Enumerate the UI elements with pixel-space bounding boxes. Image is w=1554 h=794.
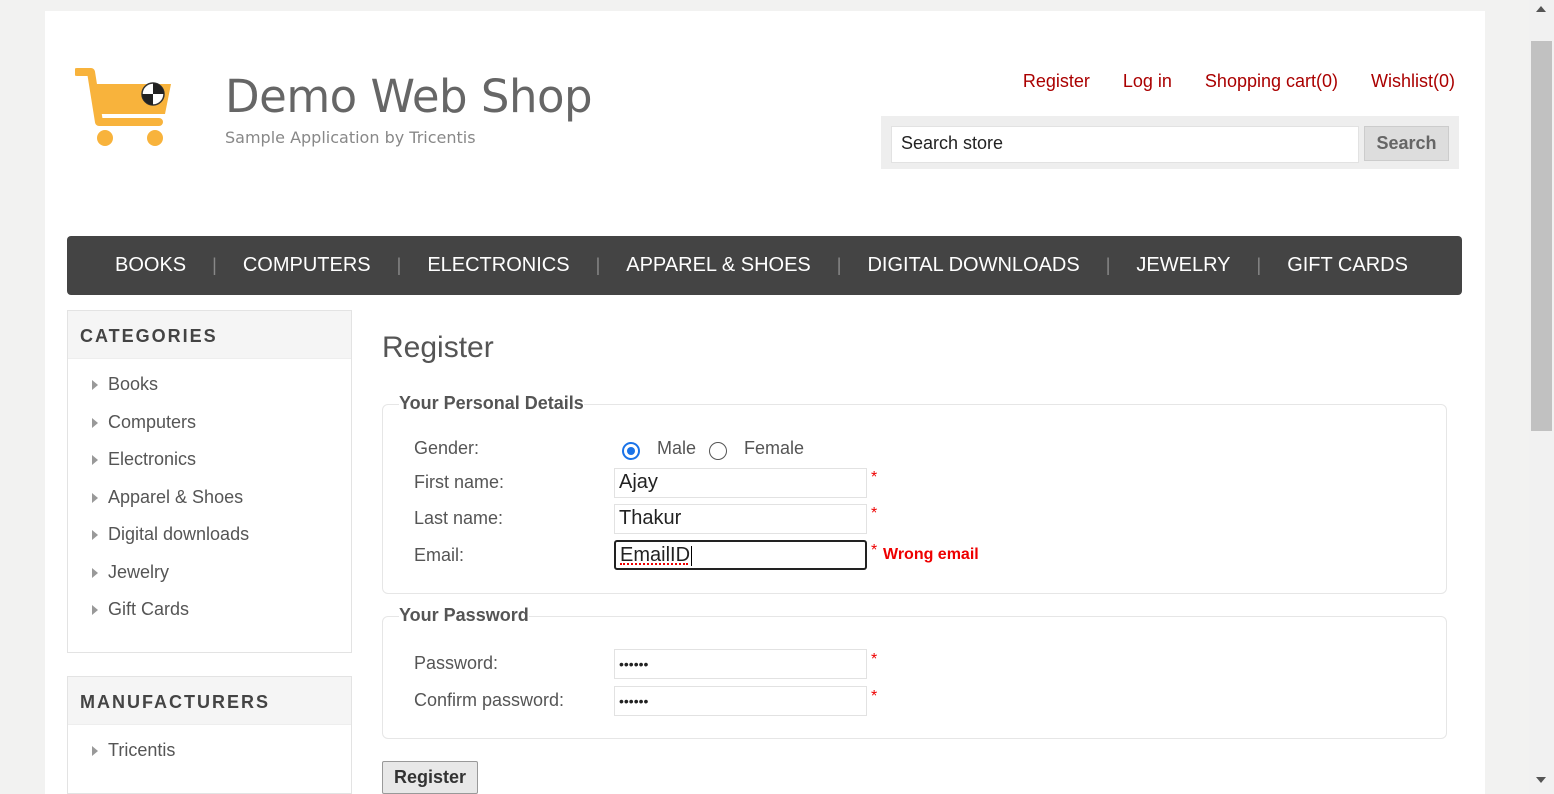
category-label: Books (108, 374, 159, 394)
category-label: Computers (108, 411, 197, 432)
gender-label: Gender: (414, 438, 480, 458)
menu-item-apparel-shoes[interactable]: APPAREL & SHOES (626, 254, 811, 277)
category-item-computers[interactable]: Computers (90, 412, 351, 450)
required-marker: * (871, 469, 878, 486)
triangle-right-icon (92, 455, 98, 465)
category-label: Electronics (108, 449, 197, 469)
header-links: Register Log in Shopping cart(0) Wishlis… (1023, 71, 1455, 92)
scrollbar-thumb[interactable] (1531, 41, 1552, 431)
text-cursor (691, 545, 693, 566)
category-item-electronics[interactable]: Electronics (90, 449, 351, 487)
triangle-right-icon (92, 567, 98, 578)
page-title: Register (382, 331, 494, 364)
email-error-message: Wrong email (883, 546, 979, 563)
first-name-label: First name: (414, 472, 505, 492)
menu-separator: | (1256, 255, 1262, 275)
category-label: Jewelry (108, 561, 170, 582)
manufacturer-item-tricentis[interactable]: Tricentis (90, 740, 351, 778)
personal-details-legend: Your Personal Details (399, 393, 584, 414)
gender-female-label[interactable]: Female (744, 438, 804, 459)
register-submit-button[interactable]: Register (382, 761, 478, 794)
password-field[interactable]: •••••• (614, 649, 867, 679)
wishlist-link[interactable]: Wishlist(0) (1371, 71, 1455, 92)
menu-item-gift-cards[interactable]: GIFT CARDS (1287, 254, 1408, 277)
manufacturer-label: Tricentis (108, 740, 176, 760)
password-label: Password: (414, 653, 499, 673)
login-link[interactable]: Log in (1123, 71, 1172, 92)
personal-details-section: Your Personal Details Gender: Male Femal… (382, 393, 1447, 594)
category-label: Digital downloads (108, 524, 250, 544)
triangle-right-icon (92, 605, 98, 615)
manufacturers-title: MANUFACTURERS (68, 677, 351, 725)
top-menu: BOOKS | COMPUTERS | ELECTRONICS | APPARE… (67, 236, 1462, 295)
triangle-right-icon (92, 380, 98, 390)
categories-list: Books Computers Electronics Apparel & Sh… (68, 359, 351, 637)
password-section: Your Password Password: •••••• * Confirm… (382, 605, 1447, 739)
last-name-label: Last name: (414, 508, 504, 528)
gender-male-radio[interactable] (622, 442, 640, 460)
email-label: Email: (414, 545, 465, 565)
search-input[interactable]: Search store (891, 126, 1359, 163)
first-name-field[interactable]: Ajay (614, 468, 867, 498)
search-button[interactable]: Search (1364, 126, 1449, 161)
gender-male-label[interactable]: Male (657, 438, 696, 459)
category-label: Apparel & Shoes (108, 486, 244, 507)
required-marker: * (871, 651, 878, 668)
email-field[interactable]: EmailID (614, 540, 867, 570)
site-logo[interactable]: Demo Web Shop Sample Application by Tric… (75, 66, 593, 156)
triangle-right-icon (92, 417, 98, 428)
triangle-right-icon (92, 492, 98, 503)
menu-item-jewelry[interactable]: JEWELRY (1136, 254, 1230, 277)
manufacturers-list: Tricentis (68, 725, 351, 778)
menu-separator: | (836, 255, 842, 275)
categories-title: CATEGORIES (68, 311, 351, 359)
category-item-books[interactable]: Books (90, 374, 351, 412)
confirm-password-field[interactable]: •••••• (614, 686, 867, 716)
logo-title: Demo Web Shop (225, 70, 593, 123)
page-container: Demo Web Shop Sample Application by Tric… (45, 11, 1485, 794)
scroll-down-arrow-icon[interactable] (1536, 777, 1546, 783)
vertical-scrollbar[interactable] (1529, 0, 1554, 794)
scroll-up-arrow-icon[interactable] (1536, 6, 1546, 12)
last-name-field[interactable]: Thakur (614, 504, 867, 534)
menu-item-digital-downloads[interactable]: DIGITAL DOWNLOADS (867, 254, 1079, 277)
category-item-digital-downloads[interactable]: Digital downloads (90, 524, 351, 562)
register-link[interactable]: Register (1023, 71, 1090, 92)
spellcheck-underline (620, 562, 688, 565)
menu-item-computers[interactable]: COMPUTERS (243, 254, 371, 277)
manufacturers-block: MANUFACTURERS Tricentis (67, 676, 352, 794)
confirm-password-label: Confirm password: (414, 690, 565, 710)
shopping-cart-logo-icon (75, 68, 171, 146)
shopping-cart-link[interactable]: Shopping cart(0) (1205, 71, 1338, 92)
required-marker: * (871, 688, 878, 705)
logo-subtitle: Sample Application by Tricentis (225, 128, 476, 147)
required-marker: * (871, 505, 878, 522)
category-label: Gift Cards (108, 599, 190, 619)
triangle-right-icon (92, 746, 98, 756)
search-box: Search store Search (881, 116, 1459, 169)
category-item-gift-cards[interactable]: Gift Cards (90, 599, 351, 637)
password-legend: Your Password (399, 605, 529, 626)
required-marker: * (871, 542, 878, 559)
menu-item-electronics[interactable]: ELECTRONICS (427, 254, 569, 277)
menu-separator: | (212, 255, 217, 275)
triangle-right-icon (92, 530, 98, 540)
category-item-jewelry[interactable]: Jewelry (90, 562, 351, 600)
menu-separator: | (1105, 255, 1111, 275)
menu-separator: | (595, 255, 601, 275)
category-item-apparel-shoes[interactable]: Apparel & Shoes (90, 487, 351, 525)
menu-item-books[interactable]: BOOKS (115, 254, 186, 277)
menu-separator: | (396, 255, 402, 275)
gender-female-radio[interactable] (709, 442, 727, 460)
categories-block: CATEGORIES Books Computers Electronics A… (67, 310, 352, 653)
